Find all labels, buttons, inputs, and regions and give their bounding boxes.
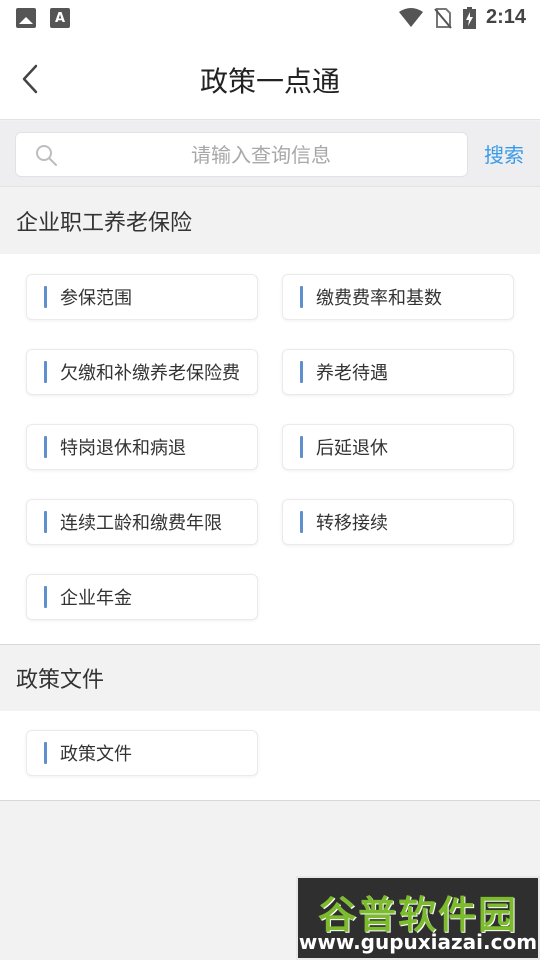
policy-item-card[interactable]: 特岗退休和病退 <box>26 424 258 470</box>
search-bar: 搜索 <box>0 121 540 187</box>
policy-item-label: 连续工龄和缴费年限 <box>60 513 222 534</box>
item-accent-bar <box>44 286 47 308</box>
item-accent-bar <box>44 742 47 764</box>
item-accent-bar <box>300 361 303 383</box>
item-accent-bar <box>300 286 303 308</box>
policy-item-label: 欠缴和补缴养老保险费 <box>60 363 240 384</box>
policy-item-label: 后延退休 <box>316 438 388 459</box>
item-accent-bar <box>300 436 303 458</box>
section-title-pension: 企业职工养老保险 <box>0 188 540 254</box>
policy-item-card[interactable]: 缴费费率和基数 <box>282 274 514 320</box>
status-bar: A 2:14 <box>0 0 540 36</box>
battery-charging-icon <box>462 6 476 29</box>
policy-item-label: 参保范围 <box>60 288 132 309</box>
section-body-pension: 参保范围 缴费费率和基数 欠缴和补缴养老保险费 养老待遇 特岗退休和病退 后延退… <box>0 254 540 644</box>
item-accent-bar <box>44 361 47 383</box>
policy-item-card[interactable]: 转移接续 <box>282 499 514 545</box>
no-sim-icon <box>434 7 452 29</box>
section-title-label: 政策文件 <box>16 668 105 693</box>
policy-item-card[interactable]: 后延退休 <box>282 424 514 470</box>
policy-item-card[interactable]: 欠缴和补缴养老保险费 <box>26 349 258 395</box>
font-icon: A <box>50 8 70 28</box>
policy-item-card[interactable]: 企业年金 <box>26 574 258 620</box>
section-body-documents: 政策文件 <box>0 711 540 800</box>
policy-item-label: 转移接续 <box>316 513 388 534</box>
section-title-documents: 政策文件 <box>0 645 540 711</box>
section-divider <box>0 800 540 801</box>
policy-item-label: 缴费费率和基数 <box>316 288 442 309</box>
search-icon <box>36 145 57 166</box>
item-accent-bar <box>44 436 47 458</box>
policy-item-card[interactable]: 连续工龄和缴费年限 <box>26 499 258 545</box>
search-box[interactable] <box>15 132 468 177</box>
image-icon <box>16 8 36 28</box>
app-header: 政策一点通 <box>0 36 540 120</box>
watermark-logo: 谷普软件园 www.gupuxiazai.com <box>296 876 540 960</box>
wifi-icon <box>398 7 423 27</box>
policy-item-card[interactable]: 政策文件 <box>26 730 258 776</box>
policy-item-label: 养老待遇 <box>316 363 388 384</box>
watermark-url: www.gupuxiazai.com <box>298 930 538 954</box>
item-accent-bar <box>44 511 47 533</box>
search-button[interactable]: 搜索 <box>484 139 524 168</box>
policy-item-card[interactable]: 参保范围 <box>26 274 258 320</box>
policy-item-card[interactable]: 养老待遇 <box>282 349 514 395</box>
item-accent-bar <box>300 511 303 533</box>
policy-item-label: 政策文件 <box>60 744 132 765</box>
status-time: 2:14 <box>485 6 526 28</box>
section-title-label: 企业职工养老保险 <box>16 211 193 236</box>
page-title: 政策一点通 <box>199 65 340 98</box>
search-input[interactable] <box>76 133 446 176</box>
item-accent-bar <box>44 586 47 608</box>
policy-item-label: 企业年金 <box>60 588 132 609</box>
policy-item-label: 特岗退休和病退 <box>60 438 186 459</box>
